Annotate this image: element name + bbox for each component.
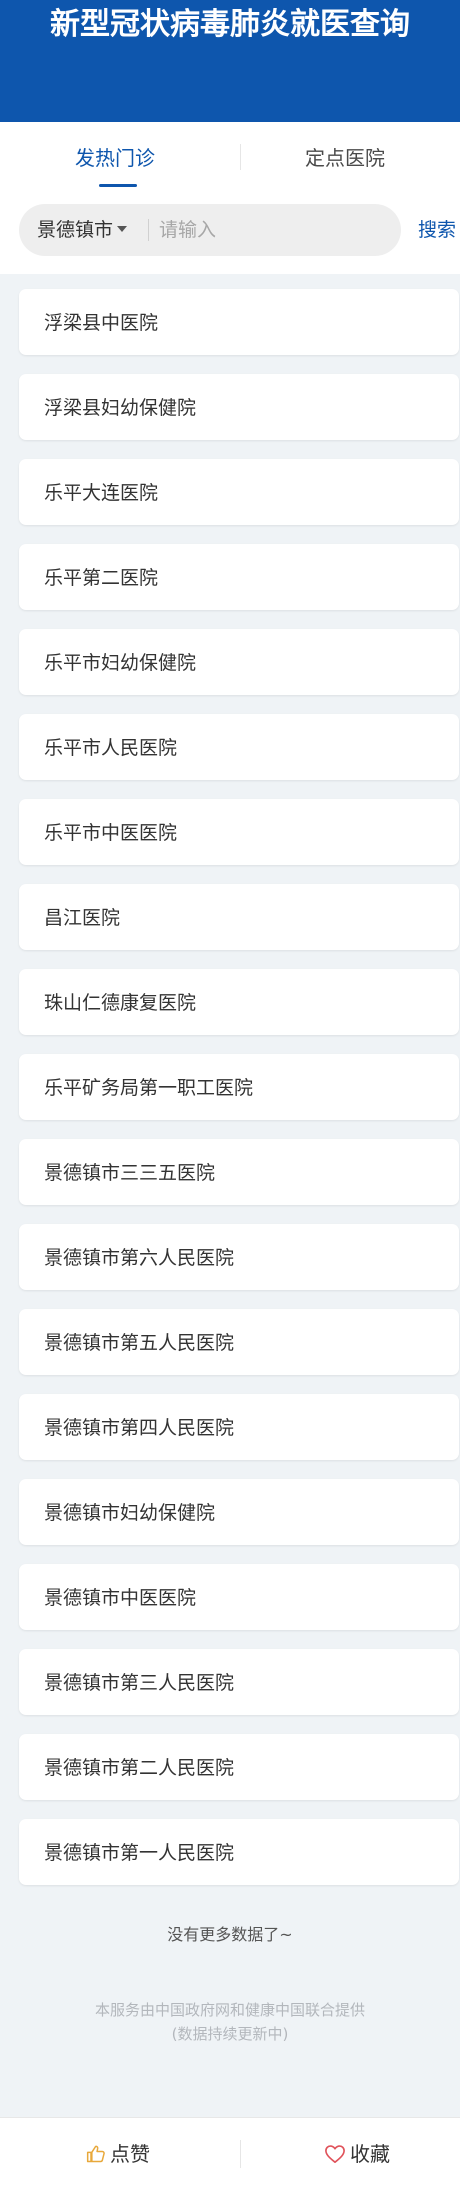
hospital-list-item[interactable]: 乐平第二医院: [19, 544, 459, 610]
hospital-list-item[interactable]: 乐平矿务局第一职工医院: [19, 1054, 459, 1120]
hospital-list-item[interactable]: 景德镇市第六人民医院: [19, 1224, 459, 1290]
footer-line-2: (数据持续更新中): [171, 2025, 289, 2043]
tab-designated-hospital[interactable]: 定点医院: [230, 122, 460, 192]
hospital-list-item[interactable]: 景德镇市第四人民医院: [19, 1394, 459, 1460]
like-label: 点赞: [110, 2142, 150, 2166]
hospital-name: 乐平市中医医院: [44, 822, 178, 844]
hospital-name: 景德镇市第四人民医院: [44, 1417, 235, 1439]
caret-down-icon: [117, 226, 128, 232]
footer-line-1: 本服务由中国政府网和健康中国联合提供: [94, 2001, 365, 2019]
hospital-name: 景德镇市第三人民医院: [44, 1672, 235, 1694]
bottom-divider: [240, 2140, 241, 2168]
list-end-text: 没有更多数据了~: [167, 1925, 293, 1944]
city-dropdown-label: 景德镇市: [37, 219, 114, 241]
hospital-name: 乐平市妇幼保健院: [44, 652, 197, 674]
hospital-name: 景德镇市妇幼保健院: [44, 1502, 216, 1524]
app-header: 新型冠状病毒肺炎就医查询: [0, 0, 460, 122]
hospital-name: 浮梁县中医院: [44, 312, 159, 334]
hospital-name: 珠山仁德康复医院: [44, 992, 197, 1014]
hospital-list-item[interactable]: 珠山仁德康复医院: [19, 969, 459, 1035]
page-title: 新型冠状病毒肺炎就医查询: [50, 7, 410, 42]
favorite-button[interactable]: 收藏: [324, 2118, 390, 2190]
like-button[interactable]: 点赞: [86, 2118, 150, 2190]
hospital-list-item[interactable]: 浮梁县妇幼保健院: [19, 374, 459, 440]
search-input[interactable]: [159, 204, 389, 256]
hospital-name: 乐平第二医院: [44, 567, 159, 589]
footer-note: 本服务由中国政府网和健康中国联合提供 (数据持续更新中): [0, 1998, 460, 2046]
hospital-list-item[interactable]: 乐平市人民医院: [19, 714, 459, 780]
hospital-list-item[interactable]: 乐平市妇幼保健院: [19, 629, 459, 695]
hospital-name: 景德镇市中医医院: [44, 1587, 197, 1609]
thumbs-up-icon: [86, 2145, 105, 2162]
heart-icon: [325, 2144, 345, 2163]
hospital-name: 景德镇市第六人民医院: [44, 1247, 235, 1269]
hospital-list-item[interactable]: 景德镇市第三人民医院: [19, 1649, 459, 1715]
hospital-name: 昌江医院: [44, 907, 121, 929]
city-dropdown[interactable]: 景德镇市: [37, 204, 128, 256]
hospital-list-item[interactable]: 景德镇市第一人民医院: [19, 1819, 459, 1885]
hospital-list-item[interactable]: 乐平市中医医院: [19, 799, 459, 865]
hospital-name: 乐平矿务局第一职工医院: [44, 1077, 254, 1099]
hospital-list: 浮梁县中医院浮梁县妇幼保健院 乐平大连医院 乐平第二医院乐平市妇幼保健院 乐平市人民医…: [19, 289, 459, 1904]
search-bar: 景德镇市 搜索: [0, 192, 460, 274]
tab-bar: 发热门诊 定点医院: [0, 122, 460, 192]
hospital-list-item[interactable]: 浮梁县中医院: [19, 289, 459, 355]
search-divider: [148, 219, 149, 241]
hospital-list-item[interactable]: 景德镇市妇幼保健院: [19, 1479, 459, 1545]
tab-fever-clinic[interactable]: 发热门诊: [0, 122, 230, 192]
search-button[interactable]: 搜索: [418, 204, 456, 256]
hospital-list-item[interactable]: 景德镇市中医医院: [19, 1564, 459, 1630]
hospital-name: 景德镇市第二人民医院: [44, 1757, 235, 1779]
hospital-name: 乐平大连医院: [44, 482, 159, 504]
bottom-action-bar: 点赞 收藏: [0, 2117, 460, 2190]
hospital-name: 景德镇市第五人民医院: [44, 1332, 235, 1354]
hospital-name: 景德镇市第一人民医院: [44, 1842, 235, 1864]
search-box: 景德镇市: [19, 204, 401, 256]
hospital-name: 景德镇市三三五医院: [44, 1162, 216, 1184]
hospital-name: 乐平市人民医院: [44, 737, 178, 759]
hospital-list-item[interactable]: 景德镇市三三五医院: [19, 1139, 459, 1205]
hospital-list-item[interactable]: 昌江医院: [19, 884, 459, 950]
hospital-list-item[interactable]: 景德镇市第五人民医院: [19, 1309, 459, 1375]
hospital-list-item[interactable]: 乐平大连医院: [19, 459, 459, 525]
active-tab-indicator: [99, 184, 137, 187]
hospital-name: 浮梁县妇幼保健院: [44, 397, 197, 419]
favorite-label: 收藏: [350, 2142, 390, 2166]
hospital-list-item[interactable]: 景德镇市第二人民医院: [19, 1734, 459, 1800]
